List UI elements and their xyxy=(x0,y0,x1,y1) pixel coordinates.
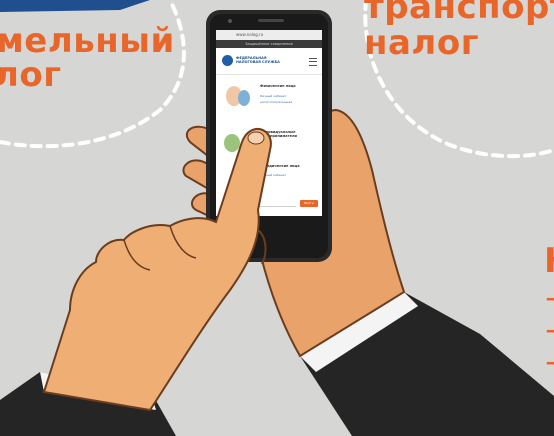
pointing-hand xyxy=(42,128,272,412)
illustration-scene: мельный лог транспорт налог Н – – – www.… xyxy=(0,0,554,436)
